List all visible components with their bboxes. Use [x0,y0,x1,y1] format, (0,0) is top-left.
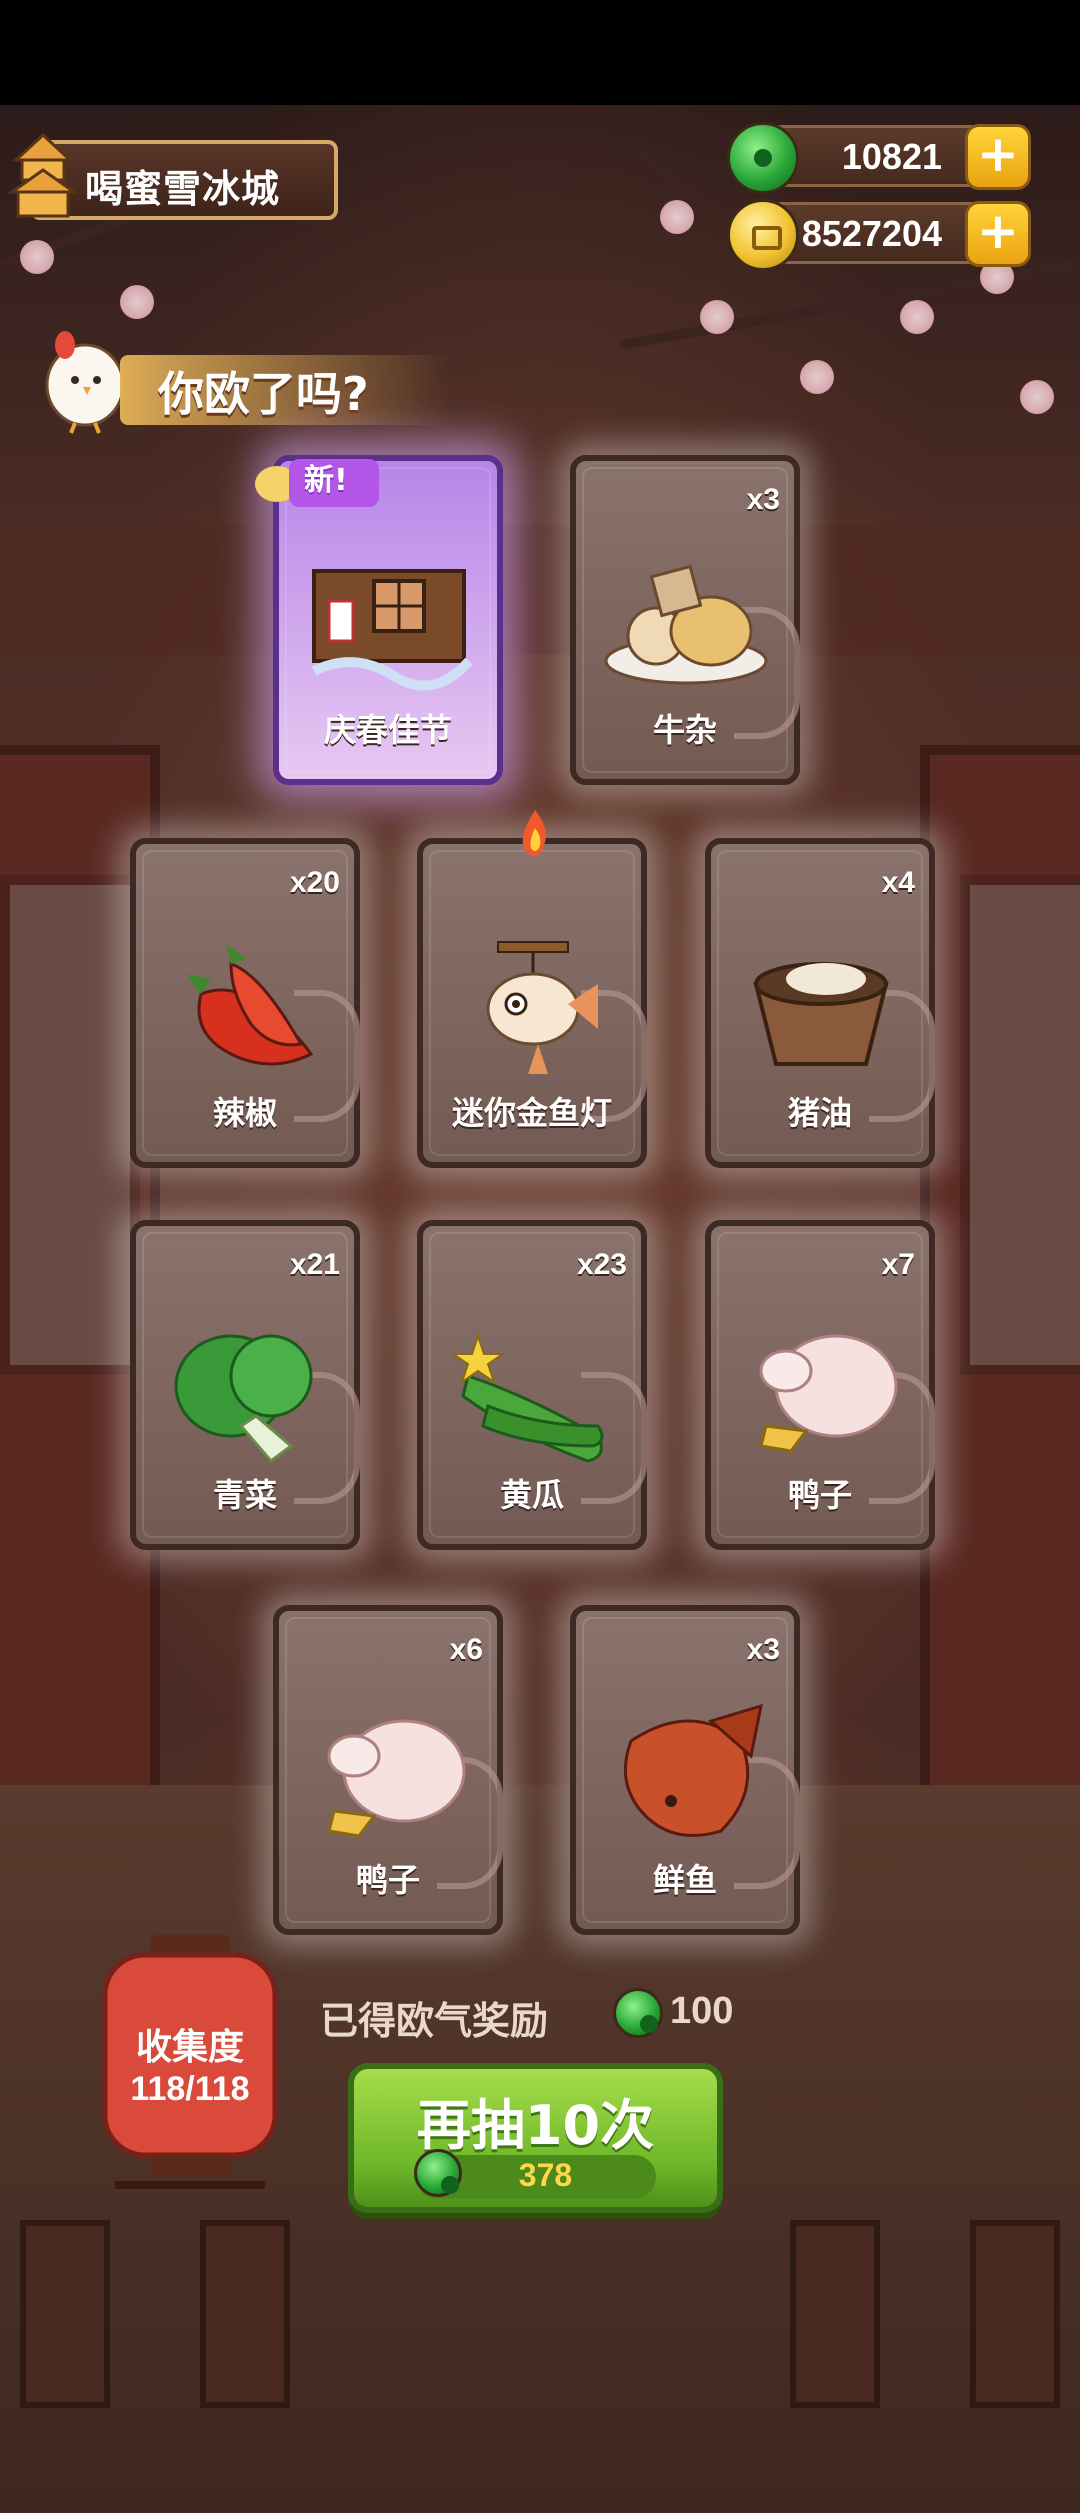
card-count: x6 [449,1633,483,1666]
duck-icon [759,1334,898,1453]
chili-pepper-icon [186,944,314,1066]
card-count: x3 [746,483,780,516]
card-name: 鸭子 [355,1861,420,1899]
card-item-8[interactable]: x7 鸭子 [705,1220,935,1550]
card-item-1[interactable]: 新! 庆春佳节 [255,455,503,785]
collection-title: 收集度 [135,2027,244,2068]
draw-cost: 378 [518,2157,573,2193]
card-item-10[interactable]: x3 鲜鱼 [570,1605,800,1935]
card-name: 牛杂 [652,711,717,749]
jade-icon [727,122,799,194]
card-count: x3 [746,1633,780,1666]
card-count: x4 [881,866,915,899]
fence-decor [20,2220,110,2408]
card-item-2[interactable]: x3 牛杂 [570,455,800,785]
right-door-decor [920,745,1080,1825]
banner-text: 你欧了吗? [158,367,369,421]
goldfish-lantern-icon [486,941,598,1074]
status-bar [0,0,1080,105]
festival-window-icon [311,569,473,691]
fire-icon [522,810,546,856]
card-item-3[interactable]: x20 辣椒 [130,838,360,1168]
card-count: x7 [881,1248,915,1281]
bok-choy-icon [174,1334,313,1464]
duck-icon [327,1719,466,1838]
card-item-7[interactable]: x23 黄瓜 [417,1220,647,1550]
coin-currency: 8527204 + [727,199,1031,271]
card-name: 鲜鱼 [652,1861,717,1899]
collection-progress: 118/118 [130,2070,250,2108]
draw-button-label: 再抽10次 [416,2094,655,2157]
card-name: 鸭子 [787,1476,852,1514]
add-coin-button[interactable]: + [965,201,1031,267]
pagoda-icon [8,132,78,218]
draw-again-button[interactable]: 再抽10次 378 [348,2063,723,2213]
card-count: x23 [576,1248,627,1281]
add-jade-button[interactable]: + [965,124,1031,190]
reward-label: 已得欧气奖励 [320,1999,549,2043]
card-name: 黄瓜 [499,1476,564,1514]
card-item-6[interactable]: x21 青菜 [130,1220,360,1550]
fish-icon [623,1703,763,1837]
card-name: 迷你金鱼灯 [451,1094,612,1132]
card-name: 庆春佳节 [323,711,452,749]
jade-amount: 10821 [841,136,942,177]
card-count: x21 [289,1248,340,1281]
jade-currency: 10821 + [727,122,1031,194]
card-item-4[interactable]: 迷你金鱼灯 [417,838,647,1168]
card-name: 青菜 [212,1476,277,1514]
card-name: 猪油 [787,1094,852,1132]
new-badge: 新! [249,449,389,519]
card-item-5[interactable]: x4 猪油 [705,838,935,1168]
card-item-9[interactable]: x6 鸭子 [273,1605,503,1935]
blossom-decor [20,240,54,274]
reward-value: 100 [670,1990,734,2032]
coin-icon [727,199,799,271]
lard-bowl-icon [753,962,889,1066]
cucumber-icon [449,1332,604,1463]
city-name: 喝蜜雪冰城 [85,167,281,211]
card-count: x20 [289,866,340,899]
card-name: 辣椒 [212,1094,277,1132]
beef-offal-icon [604,564,768,685]
coin-amount: 8527204 [801,213,942,254]
jade-icon [613,1988,663,2038]
